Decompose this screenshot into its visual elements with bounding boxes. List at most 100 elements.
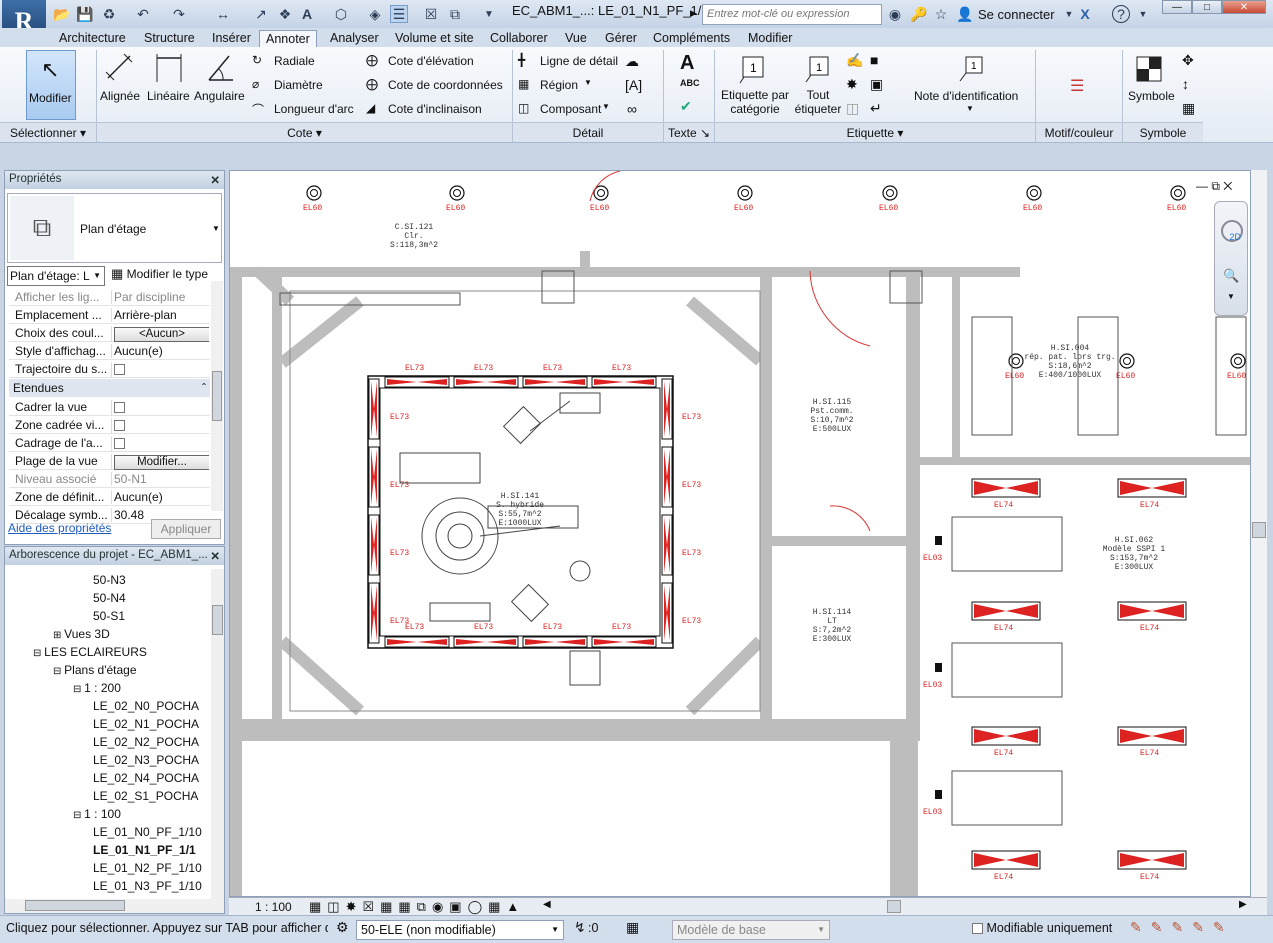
modify-button[interactable]: ↖ Modifier [26,50,76,120]
customize-toolbar-icon[interactable]: ▼ [480,5,498,23]
tag-by-category-button[interactable]: 1 Etiquette par catégorie [718,52,790,118]
tree-item[interactable]: LE_01_N2_PF_1/10 [93,861,202,875]
view-scale[interactable]: 1 : 100 [255,900,292,914]
path-reinforcement-icon[interactable]: ▦ [1182,100,1195,117]
angular-dimension-button[interactable]: Angulaire [193,52,247,107]
insulation-icon[interactable]: ∞ [627,101,637,117]
3d-view-icon[interactable]: ⬡ [332,5,350,23]
browser-h-scrollbar[interactable] [5,899,224,913]
property-value[interactable]: Arrière-plan [111,308,209,322]
close-hidden-windows-icon[interactable]: ☒ [422,5,440,23]
scroll-right-icon[interactable]: ▶ [1239,899,1247,910]
property-value[interactable]: 50-N1 [111,472,209,486]
extents-section-header[interactable]: Etendues ˆ [9,379,210,397]
property-row[interactable]: Niveau associé 50-N1 [9,470,210,488]
tree-item[interactable]: ⊟ 1 : 200 [73,681,121,695]
tree-item[interactable]: LE_02_N3_POCHA [93,753,199,767]
search-input[interactable]: Entrez mot-clé ou expression [702,4,882,25]
tree-item[interactable]: LE_02_N2_POCHA [93,735,199,749]
group-dimension[interactable]: Cote ▾ [97,122,512,142]
radial-dimension-button[interactable]: ↻ Radiale [252,53,362,71]
group-select[interactable]: Sélectionner ▾ [0,122,96,142]
sync-icon[interactable]: ♻ [100,5,118,23]
favorites-star-icon[interactable]: ☆ [932,5,950,23]
switch-windows-icon[interactable]: ⧉ [446,5,464,23]
property-row[interactable]: Afficher les lig... Par discipline [9,288,210,306]
revision-cloud-icon[interactable]: ☁ [625,53,639,70]
tree-item[interactable]: 50-N3 [93,573,126,587]
area-reinforcement-icon[interactable]: ↕ [1182,76,1189,92]
floor-plan-drawing[interactable]: EL73EL73EL73EL73EL73EL73EL73EL73EL73 EL73… [230,171,1251,897]
detail-group-icon[interactable]: [A] [625,77,642,93]
tree-item[interactable]: LE_02_N1_POCHA [93,717,199,731]
linear-dimension-button[interactable]: Linéaire [145,52,193,107]
property-row[interactable]: Zone de définit... Aucun(e) [9,488,210,506]
canvas-h-scroll-thumb[interactable] [887,900,901,913]
property-row[interactable]: Choix des coul... <Aucun> [9,324,210,342]
group-tag[interactable]: Etiquette ▾ [715,122,1035,142]
area-tag-icon[interactable]: ↵ [870,100,882,117]
maximize-button[interactable]: □ [1192,0,1222,14]
close-icon[interactable]: ✕ [210,549,220,563]
exchange-apps-icon[interactable]: X [1076,5,1094,23]
close-icon[interactable]: ✕ [210,173,220,187]
tree-item[interactable]: LE_01_N1_PF_1/1 [93,843,196,857]
login-button[interactable]: Se connecter [978,7,1055,22]
drawing-canvas[interactable]: EL73 EL73 EL73 EL73 EL73 EL73 EL73 EL73 EL73 EL73… [229,170,1251,897]
property-row[interactable]: Cadrage de l'a... [9,434,210,452]
spot-coordinate-button[interactable]: ⨁ Cote de coordonnées [366,77,512,95]
tree-item[interactable]: LE_02_S1_POCHA [93,789,198,803]
section-icon[interactable]: ◈ [366,5,384,23]
tab-annotate[interactable]: Annoter [259,30,317,48]
workset-select[interactable]: 50-ELE (non modifiable) ▼ [356,920,564,940]
tree-item[interactable]: ⊟ LES ECLAIREURS [33,645,147,659]
property-value[interactable]: <Aucun> [111,326,209,342]
editable-only-checkbox[interactable]: Modifiable uniquement [972,921,1112,935]
symbol-button[interactable]: Symbole [1126,52,1178,118]
spot-elevation-button[interactable]: ⨁ Cote d'élévation [366,53,512,71]
property-row[interactable]: Trajectoire du s... [9,360,210,378]
aligned-dimension-icon[interactable]: ↗ [252,5,270,23]
loaded-tags-icon[interactable]: ▣ [870,76,883,93]
property-value[interactable] [111,400,209,416]
tree-item[interactable]: ⊞ Vues 3D [53,627,110,641]
view-control-icons[interactable]: ▦◫✸☒▦▦⧉◉▣◯▦▲ [309,899,525,915]
property-row[interactable]: Cadrer la vue [9,398,210,416]
tree-item[interactable]: 50-S1 [93,609,125,623]
tab-addins[interactable]: Compléments [653,30,730,48]
thin-lines-icon[interactable]: ☰ [390,5,408,23]
design-option-select[interactable]: Modèle de base ▼ [672,920,830,940]
properties-help-link[interactable]: Aide des propriétés [8,521,111,535]
property-row[interactable]: Emplacement ... Arrière-plan [9,306,210,324]
text-icon[interactable]: A [298,5,316,23]
aligned-dimension-button[interactable]: Alignée [98,52,143,107]
browser-scrollbar[interactable] [211,569,224,899]
chevron-down-icon[interactable]: ▼ [1227,292,1235,301]
tab-manage[interactable]: Gérer [605,30,637,48]
instance-filter-select[interactable]: Plan d'étage: L ▼ [7,266,105,286]
design-options-icon[interactable]: ▦ [626,919,639,936]
keynote-button[interactable]: 1 Note d'identification ▼ [906,52,1032,118]
tab-structure[interactable]: Structure [144,30,195,48]
tab-insert[interactable]: Insérer [212,30,251,48]
tree-item[interactable]: ⊟ Plans d'étage [53,663,137,677]
open-icon[interactable]: 📂 [53,5,71,23]
apply-button[interactable]: Appliquer [151,519,221,539]
close-window-button[interactable]: ✕ [1222,0,1266,14]
view-window-controls[interactable]: — ⧉ ✕ [1196,179,1232,194]
property-row[interactable]: Plage de la vue Modifier... [9,452,210,470]
tree-item[interactable]: 50-N4 [93,591,126,605]
tag-all-button[interactable]: 1 Tout étiqueter [792,52,844,118]
selection-toggle-icons[interactable]: ✎✎✎✎✎ [1130,919,1234,936]
steering-wheel-icon[interactable]: 2D [1221,220,1243,242]
spot-slope-button[interactable]: ◢ Cote d'inclinaison [366,101,512,119]
subscription-icon[interactable]: 🔑 [910,5,928,23]
tab-analyze[interactable]: Analyser [330,30,379,48]
tab-collaborate[interactable]: Collaborer [490,30,548,48]
property-value[interactable] [111,362,209,378]
navigation-bar[interactable]: 2D 🔍 ▼ [1214,201,1248,316]
undo-icon[interactable]: ↶ [134,5,152,23]
save-icon[interactable]: 💾 [76,5,94,23]
spelling-icon[interactable]: ABC [680,78,700,88]
tab-architecture[interactable]: Architecture [59,30,126,48]
